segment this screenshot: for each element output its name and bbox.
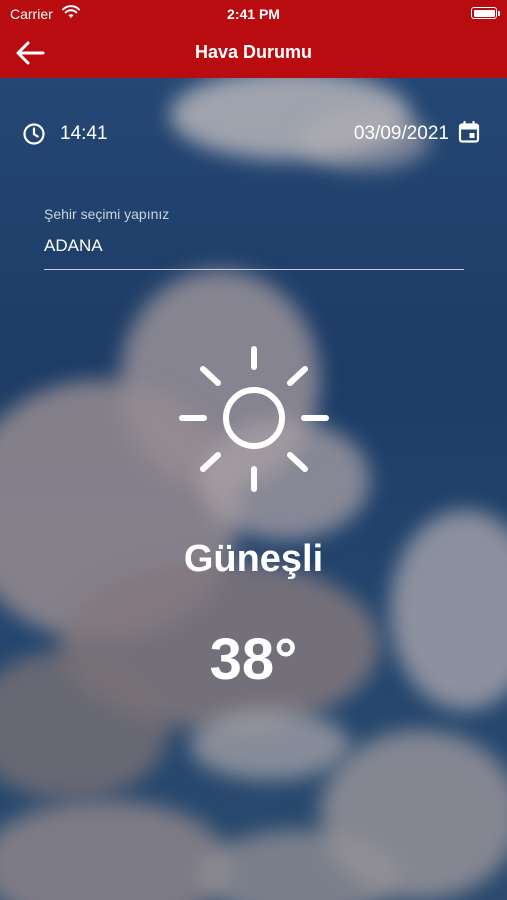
- city-select-placeholder: Şehir seçimi yapınız: [44, 206, 170, 222]
- current-time: 14:41: [60, 123, 108, 144]
- page-title: Hava Durumu: [194, 42, 313, 62]
- clock-icon: [23, 123, 45, 145]
- weather-condition: Güneşli: [183, 538, 324, 580]
- city-select-underline: [44, 268, 464, 270]
- info-row: 14:41 03/09/2021: [0, 116, 507, 152]
- city-select-value: ADANA: [44, 236, 103, 255]
- nav-bar: Hava Durumu: [0, 28, 507, 78]
- battery-icon: [471, 7, 497, 19]
- status-time: 2:41 PM: [227, 6, 280, 22]
- battery-tip: [498, 11, 500, 16]
- temperature-value: 38°: [209, 627, 298, 692]
- city-select-field[interactable]: Şehir seçimi yapınız ADANA: [44, 204, 464, 270]
- current-date: 03/09/2021: [353, 123, 449, 144]
- calendar-icon[interactable]: [457, 120, 481, 144]
- sun-icon: [179, 346, 329, 492]
- status-bar: Carrier 2:41 PM: [0, 0, 507, 28]
